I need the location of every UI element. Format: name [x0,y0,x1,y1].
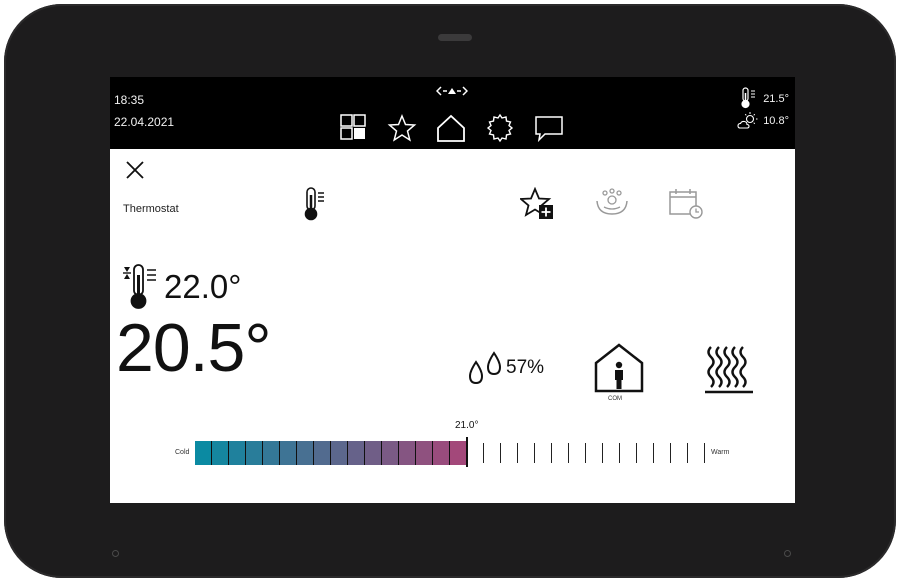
scale-tick [636,443,637,463]
scale-segment-filled [263,441,280,465]
camera [438,34,472,41]
current-temp: 20.5° [116,310,272,386]
scale-tick [670,443,671,463]
scale-segment-filled [297,441,314,465]
settings-gear-icon[interactable] [485,113,515,143]
scale-segment-filled [365,441,382,465]
indoor-thermometer-icon [741,87,755,109]
page-title: Thermostat [123,203,179,215]
thermostat-panel: Thermostat 22.0° 20.5° 57% COM Cold Warm… [110,149,795,503]
setpoint-thermometer-icon [123,264,156,309]
scale-warm-label: Warm [711,449,730,456]
schedule-calendar-icon[interactable] [668,187,706,221]
humidity-value: 57% [506,357,545,378]
presence-icon[interactable] [594,183,630,219]
sensor-left [112,550,119,557]
setpoint-temp[interactable]: 22.0° [164,268,241,306]
scale-segment-filled [229,441,246,465]
clock-date: 22.04.2021 [114,115,175,129]
scale-tick [653,443,654,463]
sensor-right [784,550,791,557]
scale-segment-filled [450,441,467,465]
scale-tick [704,443,705,463]
humidity-drops-icon [468,351,502,385]
scale-segment-filled [280,441,297,465]
clock-time: 18:35 [114,93,145,107]
apps-grid-icon[interactable] [339,113,369,143]
scale-tick [602,443,603,463]
scale-tick [483,443,484,463]
scale-segment-filled [246,441,263,465]
scale-tick [568,443,569,463]
scale-cold-label: Cold [175,449,190,456]
comfort-mode-icon[interactable] [594,343,644,393]
thermometer-icon [304,187,324,221]
scale-tick [551,443,552,463]
scale-segment-filled [212,441,229,465]
scale-segment-filled [433,441,450,465]
scale-segment-filled [314,441,331,465]
scale-current-marker[interactable] [466,437,468,467]
scale-tick [619,443,620,463]
scale-tick [534,443,535,463]
temperature-scale-slider[interactable] [195,437,707,467]
indoor-temp: 21.5° [763,93,789,105]
scale-tick [585,443,586,463]
close-icon[interactable] [124,159,146,181]
scale-segment-filled [331,441,348,465]
scale-segment-filled [399,441,416,465]
display-screen: 18:35 22.04.2021 21.5° 10.8° Thermostat … [110,77,795,503]
scale-tick [687,443,688,463]
scale-value: 21.0° [455,420,479,431]
mode-label: COM [608,396,622,402]
scale-segment-filled [348,441,365,465]
heating-icon[interactable] [703,343,755,395]
scale-tick [500,443,501,463]
home-network-icon[interactable] [436,83,468,99]
scale-segment-filled [382,441,399,465]
weather-partly-cloudy-icon [737,112,758,129]
add-favorite-icon[interactable] [520,187,556,221]
favorites-star-icon[interactable] [387,113,417,143]
home-icon[interactable] [436,113,466,143]
messages-chat-icon[interactable] [534,113,564,143]
scale-segment-filled [416,441,433,465]
status-bar: 18:35 22.04.2021 21.5° 10.8° [110,77,795,149]
outdoor-temp: 10.8° [763,115,789,127]
scale-segment-filled [195,441,212,465]
scale-tick [517,443,518,463]
